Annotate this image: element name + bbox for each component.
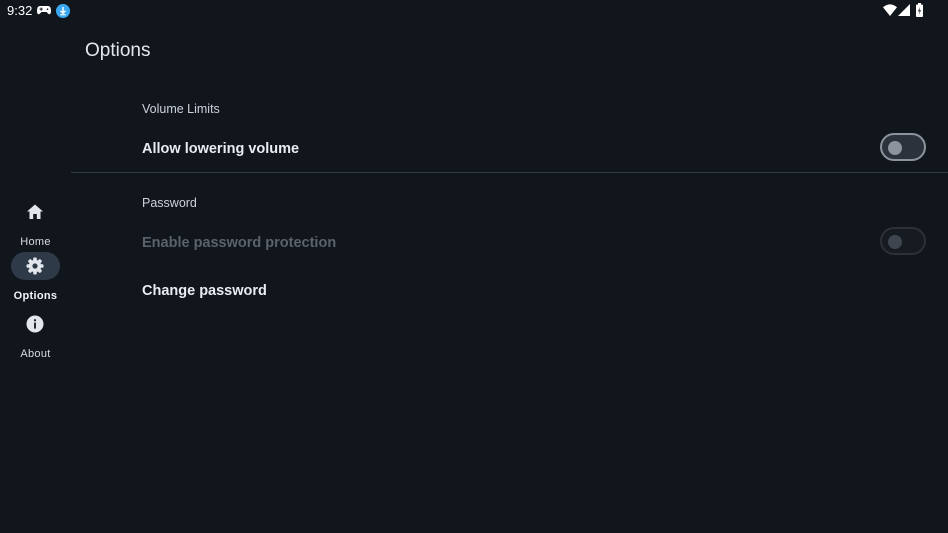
info-icon [26,315,44,333]
section-divider [71,172,948,173]
gear-icon [26,257,44,275]
nav-label-home: Home [20,236,51,248]
nav-item-options[interactable]: Options [0,252,71,306]
nav-item-about[interactable]: About [0,310,71,364]
page-title: Options [85,40,151,61]
section-header-password: Password [142,196,197,210]
status-time: 9:32 [7,3,33,18]
nav-label-options: Options [13,290,58,302]
pref-change-password[interactable]: Change password [142,283,267,299]
enable-password-protection-switch [880,227,926,255]
pref-allow-lowering-volume[interactable]: Allow lowering volume [142,141,299,157]
allow-lowering-volume-switch[interactable] [880,133,926,161]
switch-thumb [888,141,902,155]
pref-enable-password-protection: Enable password protection [142,235,337,251]
options-screen: 9:32 Home Options About Options Volume L… [0,0,948,533]
status-bar: 9:32 [0,0,948,22]
wifi-icon [883,4,897,16]
game-controller-icon [37,6,51,15]
nav-item-home[interactable]: Home [0,198,71,252]
nav-label-about: About [20,348,51,360]
battery-icon [916,3,923,17]
cell-signal-icon [898,4,910,16]
switch-thumb [888,235,902,249]
download-icon [56,4,70,18]
section-header-volume-limits: Volume Limits [142,102,220,116]
home-icon [27,204,43,219]
